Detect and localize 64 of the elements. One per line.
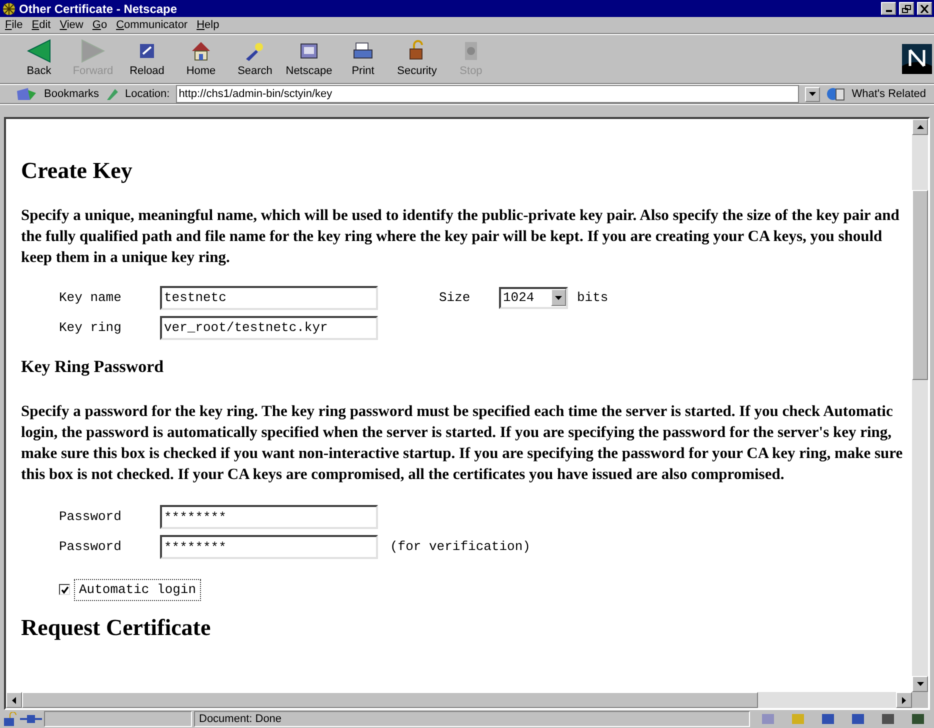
page-heading: Create Key [21, 157, 134, 185]
field-note: (for verification) [390, 538, 530, 556]
field-label: Password [59, 508, 122, 526]
up-arrow-icon [916, 125, 924, 129]
toolbar-button[interactable]: Reload [120, 38, 174, 80]
bookmarks-label[interactable]: Bookmarks [44, 86, 100, 102]
checkbox[interactable] [59, 584, 70, 596]
toolbar-button[interactable]: Netscape [282, 38, 336, 80]
text-field[interactable]: testnetc [160, 286, 378, 310]
logo-icon [902, 44, 932, 74]
whats-related-button[interactable]: What's Related [852, 86, 926, 102]
close-button[interactable] [917, 2, 932, 15]
field-label: Key ring [59, 318, 122, 337]
toolbar-button[interactable]: Back [12, 38, 66, 80]
globe-icon [826, 86, 846, 102]
size-select[interactable]: 1024 [499, 286, 568, 308]
intro-paragraph: Specify a unique, meaningful name, which will be used to identify the public-private key pair. Also specify the size of the key pair and the fully qualified path and file name for the key ring where the key pair will be kept. If you are creating your CA keys, you should keep them in a unique key ring. [21, 206, 900, 268]
toolbar-button[interactable]: Security [390, 38, 444, 80]
menu-item[interactable]: Communicator [116, 16, 188, 34]
restore-button[interactable] [899, 2, 914, 15]
close-icon [920, 4, 929, 12]
app-icon [2, 2, 16, 16]
down-arrow-icon [916, 682, 924, 686]
component-bar-icon[interactable] [820, 712, 836, 726]
location-label: Location: [125, 86, 170, 102]
bookmarks-icon [16, 87, 38, 101]
url-field[interactable]: http://chs1/admin-bin/sctyin/key [176, 85, 799, 103]
toolbar-button[interactable]: Home [174, 38, 228, 80]
caret-icon [808, 92, 816, 96]
status-text: Document: Done [199, 712, 282, 727]
text-field[interactable]: ver_root/testnetc.kyr [160, 316, 378, 340]
component-bar-icon[interactable] [880, 712, 896, 726]
lock-icon [2, 712, 18, 726]
dropdown-button[interactable] [804, 86, 820, 102]
window-title: Other Certificate - Netscape [19, 0, 178, 18]
page-heading: Request Certificate [21, 614, 212, 642]
password-paragraph: Specify a password for the key ring. The key ring password must be specified each time the server is started. If you check Automatic login, the password is automatically specified when the server is started. If you are specifying the password for the server's key ring, make sure this box is checked if you want non-interactive startup. If you are specifying the password for your CA key ring, make sure this box is not checked. If your CA keys are compromised, all the certificates you have issued are also compromised. [21, 402, 904, 485]
right-arrow-icon [902, 696, 906, 704]
toolbar-button[interactable]: Search [228, 38, 282, 80]
component-bar-icon[interactable] [850, 712, 866, 726]
text-field[interactable]: ******** [160, 505, 378, 529]
connection-icon [20, 712, 42, 726]
restore-icon [902, 4, 911, 12]
menu-item[interactable]: View [60, 16, 84, 34]
section-heading: Key Ring Password [21, 356, 165, 378]
menu-item[interactable]: Help [196, 16, 220, 34]
text-field[interactable]: ******** [160, 535, 378, 559]
toolbar-icon [27, 38, 51, 63]
field-label: Size [439, 288, 472, 307]
menu-item[interactable]: Go [92, 16, 108, 34]
unit-label: bits [577, 288, 608, 307]
toolbar-button[interactable]: Print [336, 38, 390, 80]
minimize-icon [886, 10, 892, 12]
location-icon [105, 87, 120, 101]
checkbox-label[interactable]: Automatic login [74, 579, 202, 600]
left-arrow-icon [12, 696, 16, 704]
field-label: Key name [59, 288, 122, 307]
menu-item[interactable]: Edit [32, 16, 51, 34]
caret-icon [555, 296, 562, 300]
menu-item[interactable]: File [5, 16, 23, 34]
component-bar-icon[interactable] [910, 712, 926, 726]
toolbar-icon [81, 38, 105, 63]
minimize-button[interactable] [881, 2, 896, 15]
field-label: Password [59, 538, 122, 556]
